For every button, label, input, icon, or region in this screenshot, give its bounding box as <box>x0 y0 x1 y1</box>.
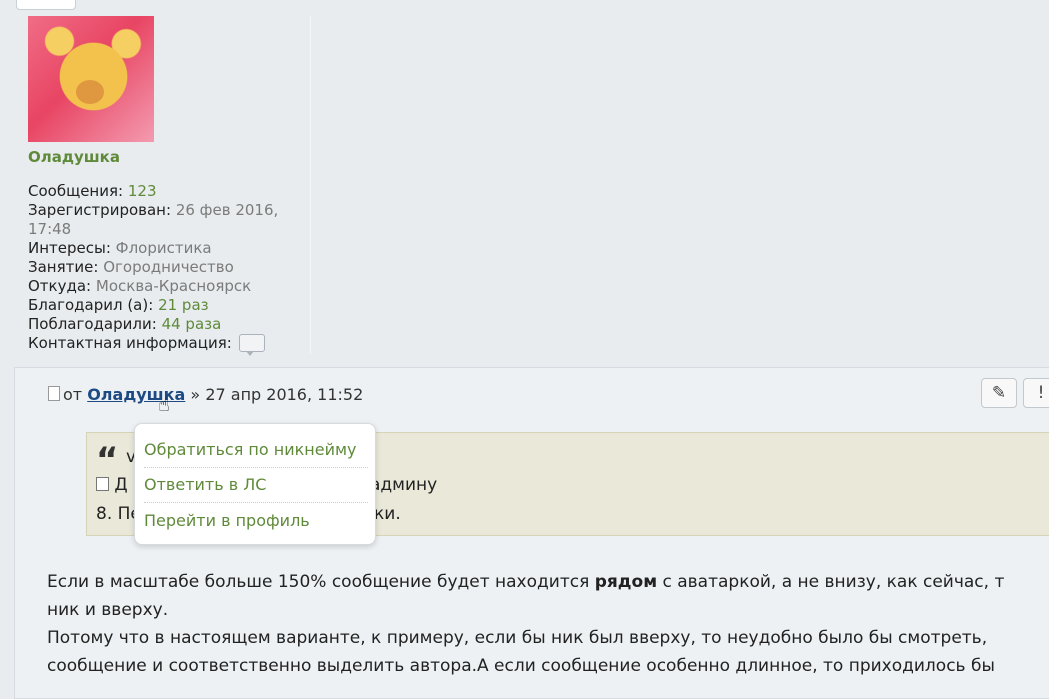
location-label: Откуда: <box>28 277 92 295</box>
post-header: от Оладушка » 27 апр 2016, 11:52 <box>48 385 363 404</box>
registered-label: Зарегистрирован: <box>28 201 172 219</box>
posts-value[interactable]: 123 <box>128 182 157 200</box>
edit-button[interactable]: ✎ <box>981 378 1017 408</box>
previous-post-tab <box>16 0 76 10</box>
interests-label: Интересы: <box>28 239 111 257</box>
post-body-text: с аватаркой, а не внизу, как сейчас, т <box>657 572 1005 592</box>
post-author-link[interactable]: Оладушка <box>87 385 185 404</box>
registered-value: 26 фев 2016, <box>175 201 279 219</box>
post-body-line-2: ник и вверху. <box>47 600 169 620</box>
post-body: Если в масштабе больше 150% сообщение бу… <box>47 568 1049 680</box>
post-body-line-4: сообщение и соответственно выделить авто… <box>47 656 995 676</box>
posts-row: Сообщения: 123 <box>28 182 298 201</box>
registered-row: Зарегистрирован: 26 фев 2016, <box>28 201 298 220</box>
reply-private-message-item[interactable]: Ответить в ЛС <box>144 475 368 494</box>
pencil-icon: ✎ <box>991 383 1007 403</box>
occupation-row: Занятие: Огородничество <box>28 258 298 277</box>
post-body-bold: рядом <box>594 572 658 592</box>
was-thanked-row: Поблагодарили: 44 раза <box>28 315 298 334</box>
contact-label: Контактная информация: <box>28 334 232 352</box>
quote-mark-icon: “ <box>96 440 119 480</box>
contact-row: Контактная информация: <box>28 333 298 356</box>
thanked-value[interactable]: 21 раз <box>158 296 209 314</box>
location-row: Откуда: Москва-Красноярск <box>28 277 298 296</box>
was-thanked-label: Поблагодарили: <box>28 315 157 333</box>
post-body-line-3: Потому что в настоящем варианте, к приме… <box>47 628 988 648</box>
posts-label: Сообщения: <box>28 182 124 200</box>
location-value: Москва-Красноярск <box>95 277 252 295</box>
quote-line-2-end: админу <box>370 475 438 495</box>
registered-time: 17:48 <box>28 220 72 238</box>
profile-username[interactable]: Оладушка <box>28 148 120 166</box>
thanked-row: Благодарил (а): 21 раз <box>28 296 298 315</box>
occupation-label: Занятие: <box>28 258 99 276</box>
quote-line-2: Д <box>96 475 128 495</box>
post-separator: » <box>190 385 201 404</box>
quote-line-3-end: ки. <box>374 504 401 524</box>
thanked-label: Благодарил (а): <box>28 296 154 314</box>
menu-divider <box>144 467 368 468</box>
menu-divider <box>144 502 368 503</box>
registered-row-cont: 17:48 <box>28 220 298 239</box>
profile-panel: Оладушка Сообщения: 123 Зарегистрирован:… <box>0 16 311 356</box>
profile-info: Сообщения: 123 Зарегистрирован: 26 фев 2… <box>28 182 298 356</box>
was-thanked-value[interactable]: 44 раза <box>162 315 222 333</box>
post-body-line-1: Если в масштабе больше 150% сообщение бу… <box>47 568 1049 596</box>
mention-by-nickname-item[interactable]: Обратиться по никнейму <box>144 440 368 459</box>
speech-bubble-icon[interactable] <box>238 333 265 356</box>
author-context-menu: Обратиться по никнейму Ответить в ЛС Пер… <box>134 423 376 545</box>
occupation-value: Огородничество <box>103 258 234 276</box>
quote-line-2-start: Д <box>114 475 128 495</box>
go-to-profile-item[interactable]: Перейти в профиль <box>144 511 368 530</box>
interests-value: Флористика <box>115 239 212 257</box>
quote-doc-icon <box>96 477 109 491</box>
exclamation-icon: ! <box>1037 383 1045 403</box>
post-date: 27 апр 2016, 11:52 <box>205 385 364 404</box>
post-document-icon[interactable] <box>48 386 60 401</box>
interests-row: Интересы: Флористика <box>28 239 298 258</box>
hand-cursor-icon: ☝ <box>158 394 170 416</box>
post-body-text: Если в масштабе больше 150% сообщение бу… <box>47 572 595 592</box>
report-button[interactable]: ! <box>1023 378 1049 408</box>
avatar[interactable] <box>28 16 154 142</box>
post-from-label: от <box>63 385 83 404</box>
